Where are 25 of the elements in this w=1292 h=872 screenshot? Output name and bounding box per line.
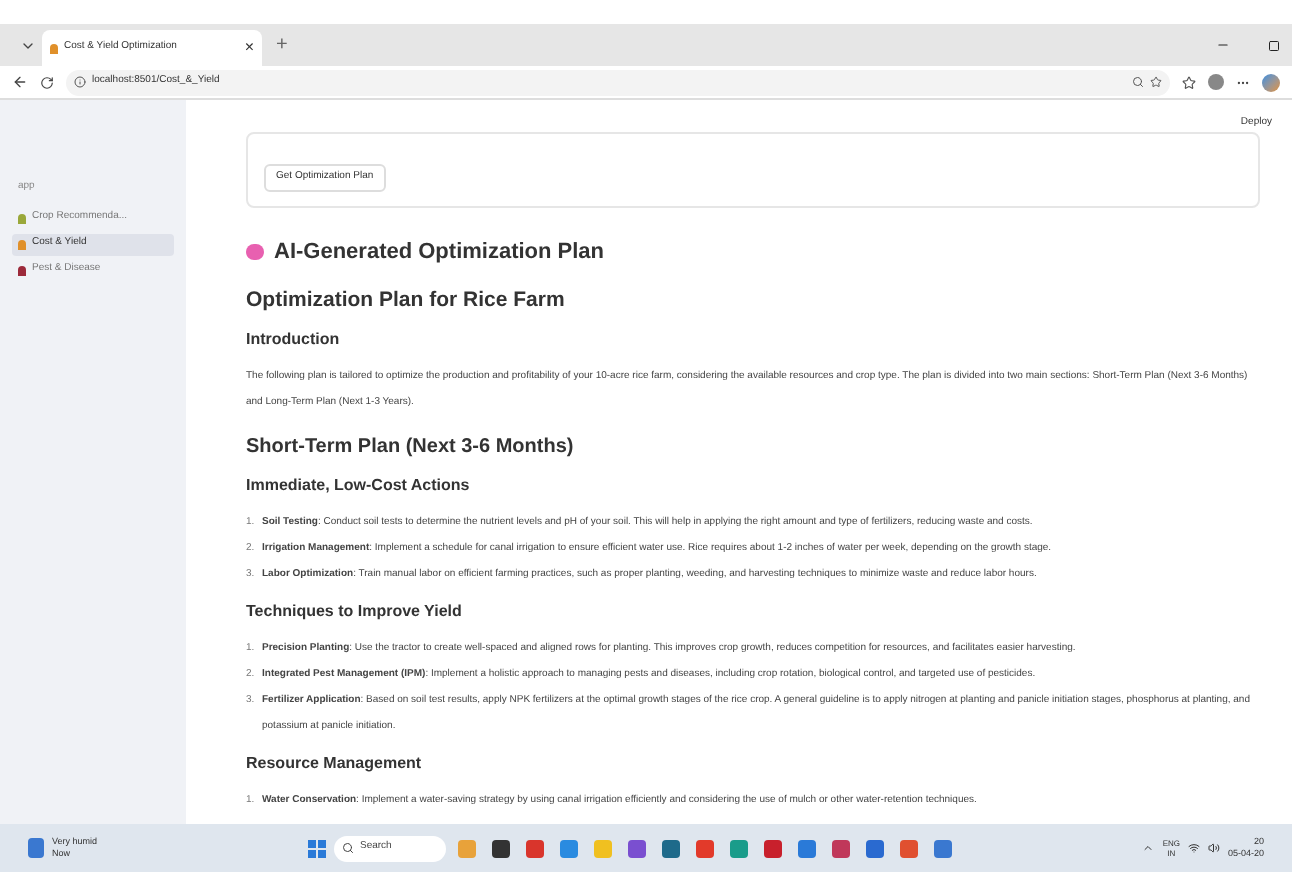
tab-close-button[interactable]: × bbox=[244, 36, 254, 60]
wifi-icon[interactable] bbox=[1187, 842, 1200, 854]
reload-icon[interactable] bbox=[40, 75, 54, 89]
section-heading: Techniques to Improve Yield bbox=[246, 600, 464, 625]
favorites-icon[interactable] bbox=[1182, 75, 1196, 89]
search-icon bbox=[342, 842, 354, 854]
tab-favicon bbox=[50, 43, 58, 53]
section-heading: Introduction bbox=[246, 328, 342, 353]
volume-icon[interactable] bbox=[1207, 842, 1220, 854]
star-icon[interactable] bbox=[1150, 76, 1162, 88]
minimize-icon[interactable] bbox=[1216, 38, 1230, 52]
maximize-icon[interactable] bbox=[1268, 40, 1280, 52]
back-icon[interactable] bbox=[12, 74, 28, 90]
plan-title: Optimization Plan for Rice Farm bbox=[246, 285, 567, 315]
site-info-icon[interactable] bbox=[74, 76, 86, 88]
search-icon[interactable] bbox=[1132, 76, 1144, 88]
section-heading: Short-Term Plan (Next 3-6 Months) bbox=[246, 434, 576, 463]
section-heading: Immediate, Low-Cost Actions bbox=[246, 474, 472, 499]
tab-list-icon[interactable] bbox=[20, 38, 36, 54]
tray-overflow-icon[interactable] bbox=[1142, 842, 1155, 854]
page-title: AI-Generated Optimization Plan bbox=[274, 238, 605, 268]
section-heading: Resource Management bbox=[246, 752, 424, 777]
profile-icon[interactable] bbox=[1208, 74, 1224, 90]
start-icon[interactable] bbox=[308, 839, 326, 857]
new-tab-button[interactable]: + bbox=[276, 30, 288, 60]
